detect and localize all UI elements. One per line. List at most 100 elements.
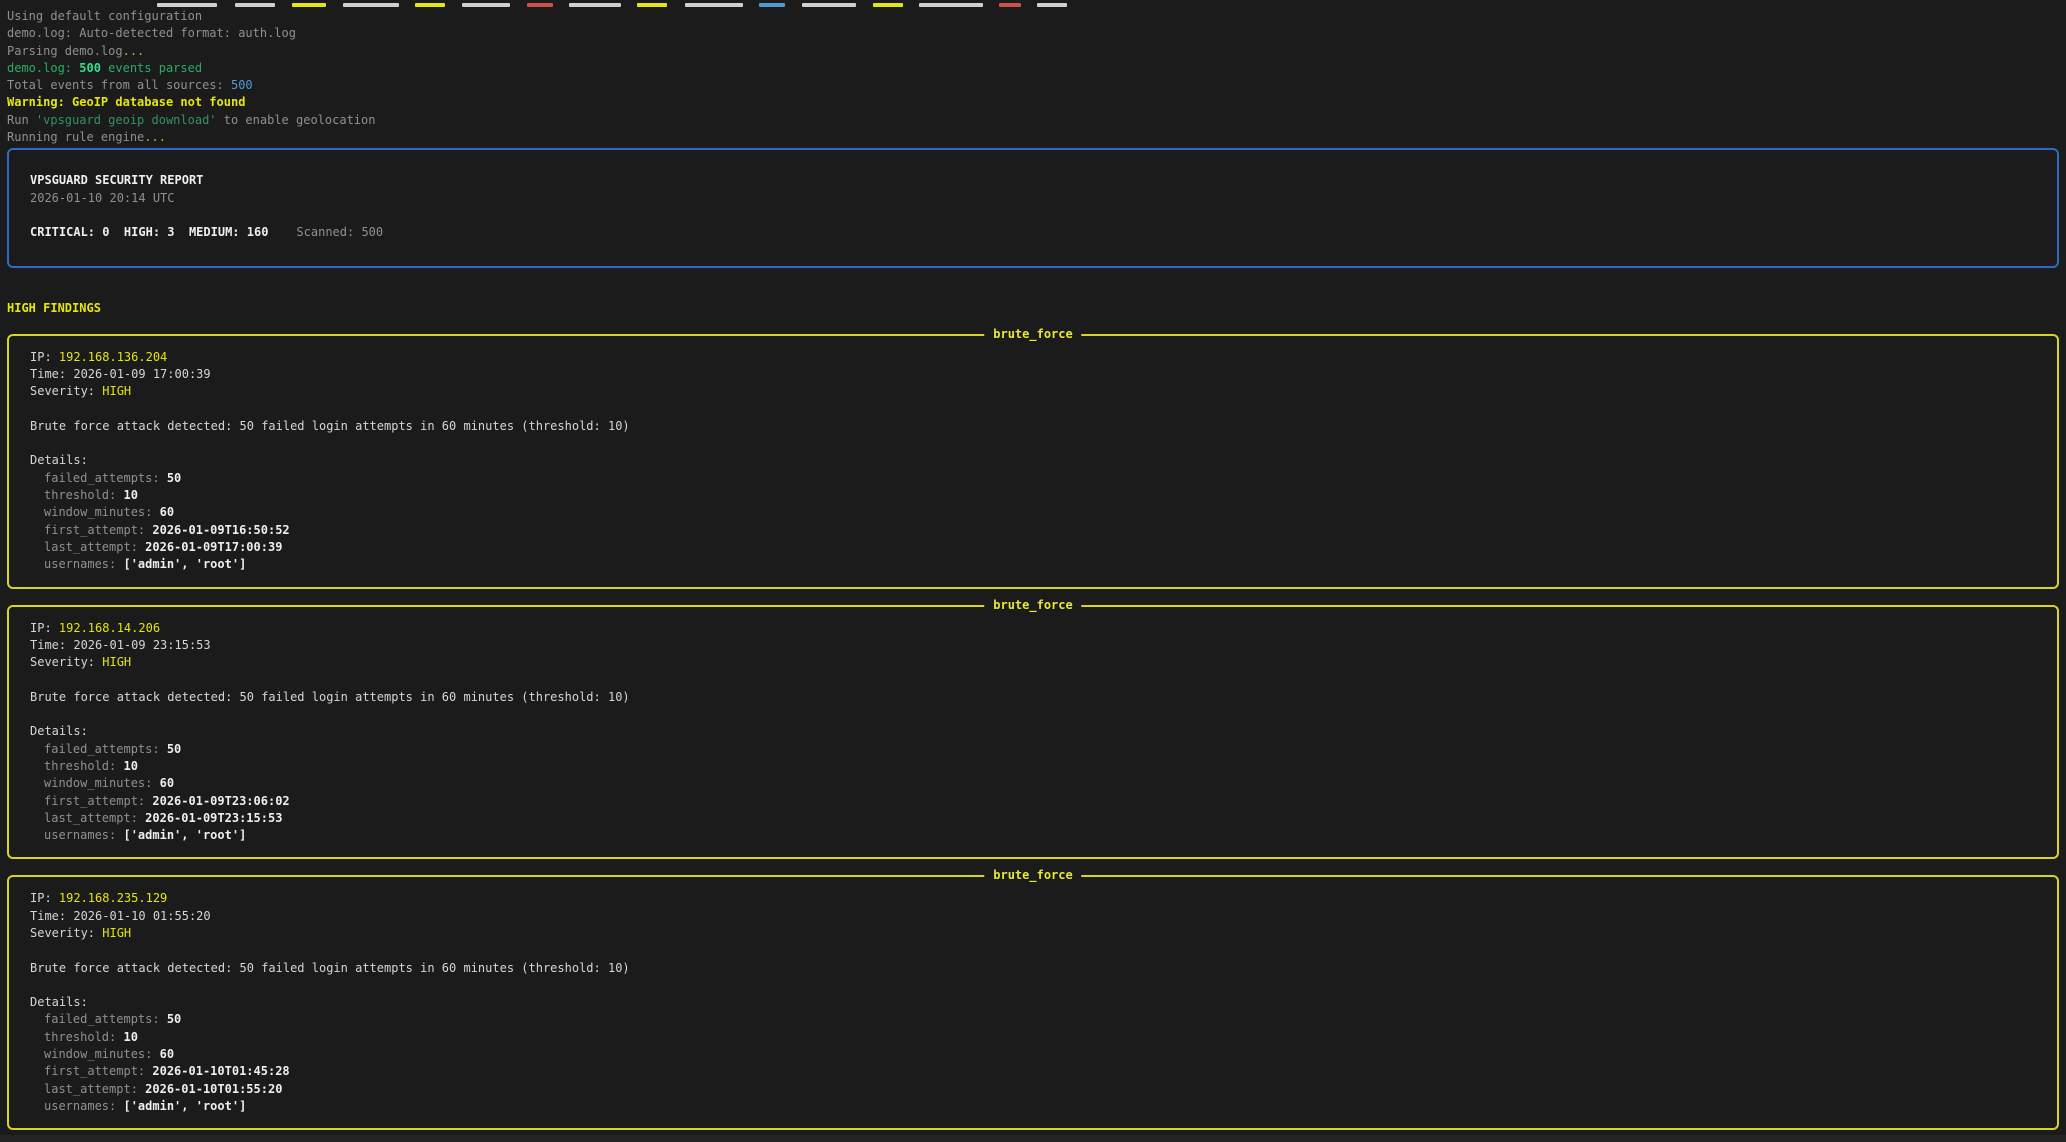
- finding-message: Brute force attack detected: 50 failed l…: [30, 960, 2037, 977]
- finding-panel: brute_force IP: 192.168.136.204 Time: 20…: [7, 334, 2059, 589]
- log-text: demo.log:: [7, 61, 79, 75]
- detail-row: window_minutes: 60: [30, 504, 2037, 521]
- report-stats-row: CRITICAL: 0 HIGH: 3 MEDIUM: 160Scanned: …: [30, 224, 2043, 241]
- detail-row: usernames: ['admin', 'root']: [30, 827, 2037, 844]
- total-count: 500: [231, 78, 253, 92]
- log-line: demo.log: Auto-detected format: auth.log: [7, 25, 2059, 42]
- spacer: [30, 671, 2037, 688]
- detail-value: 60: [160, 505, 174, 519]
- detail-value: 2026-01-09T16:50:52: [152, 523, 289, 537]
- log-text: to enable geolocation: [217, 113, 376, 127]
- log-line: Using default configuration: [7, 8, 2059, 25]
- time-label: Time:: [30, 909, 73, 923]
- detail-key: last_attempt:: [44, 1082, 145, 1096]
- log-text: Using default configuration: [7, 9, 202, 23]
- log-text: Total events from all sources:: [7, 78, 231, 92]
- log-line-parsed: demo.log: 500 events parsed: [7, 60, 2059, 77]
- detail-row: last_attempt: 2026-01-09T17:00:39: [30, 539, 2037, 556]
- detail-row: window_minutes: 60: [30, 775, 2037, 792]
- log-line-warning: Warning: GeoIP database not found: [7, 94, 2059, 111]
- ip-value: 192.168.235.129: [59, 891, 167, 905]
- report-title: VPSGUARD SECURITY REPORT: [30, 172, 2043, 189]
- detail-value: 2026-01-10T01:45:28: [152, 1064, 289, 1078]
- time-label: Time:: [30, 367, 73, 381]
- details-label: Details:: [30, 723, 2037, 740]
- detail-value: 2026-01-09T23:06:02: [152, 794, 289, 808]
- detail-key: threshold:: [44, 1030, 123, 1044]
- detail-row: window_minutes: 60: [30, 1046, 2037, 1063]
- detail-key: window_minutes:: [44, 776, 160, 790]
- severity-value: HIGH: [102, 384, 131, 398]
- log-text: Parsing demo.log: [7, 44, 123, 58]
- detail-value: 50: [167, 471, 181, 485]
- ip-value: 192.168.136.204: [59, 350, 167, 364]
- time-value: 2026-01-09 23:15:53: [73, 638, 210, 652]
- severity-counts: CRITICAL: 0 HIGH: 3 MEDIUM: 160: [30, 225, 268, 239]
- clipped-command-line: [7, 0, 2059, 8]
- detail-row: first_attempt: 2026-01-10T01:45:28: [30, 1063, 2037, 1080]
- detail-value: ['admin', 'root']: [123, 557, 246, 571]
- finding-ip-row: IP: 192.168.136.204: [30, 349, 2037, 366]
- time-label: Time:: [30, 638, 73, 652]
- detail-row: last_attempt: 2026-01-10T01:55:20: [30, 1081, 2037, 1098]
- detail-row: first_attempt: 2026-01-09T23:06:02: [30, 793, 2037, 810]
- detail-row: failed_attempts: 50: [30, 470, 2037, 487]
- log-text: Run: [7, 113, 36, 127]
- detail-value: 2026-01-09T23:15:53: [145, 811, 282, 825]
- detail-row: threshold: 10: [30, 1029, 2037, 1046]
- detail-key: first_attempt:: [44, 1064, 152, 1078]
- time-value: 2026-01-09 17:00:39: [73, 367, 210, 381]
- security-report-panel: VPSGUARD SECURITY REPORT 2026-01-10 20:1…: [7, 148, 2059, 268]
- finding-ip-row: IP: 192.168.235.129: [30, 890, 2037, 907]
- log-line-total: Total events from all sources: 500: [7, 77, 2059, 94]
- log-text: Running rule engine: [7, 130, 144, 144]
- warning-text: Warning: GeoIP database not found: [7, 95, 245, 109]
- terminal-bottom-edge: [0, 1135, 2066, 1142]
- detail-value: 60: [160, 1047, 174, 1061]
- detail-key: usernames:: [44, 557, 123, 571]
- detail-value: 60: [160, 776, 174, 790]
- ip-label: IP:: [30, 350, 59, 364]
- ip-label: IP:: [30, 621, 59, 635]
- detail-key: window_minutes:: [44, 505, 160, 519]
- detail-row: threshold: 10: [30, 487, 2037, 504]
- detail-key: first_attempt:: [44, 794, 152, 808]
- severity-label: Severity:: [30, 926, 102, 940]
- finding-severity-row: Severity: HIGH: [30, 925, 2037, 942]
- ellipsis: ...: [144, 130, 166, 144]
- detail-value: ['admin', 'root']: [123, 1099, 246, 1113]
- detail-row: usernames: ['admin', 'root']: [30, 556, 2037, 573]
- log-text: demo.log: Auto-detected format: auth.log: [7, 26, 296, 40]
- severity-label: Severity:: [30, 384, 102, 398]
- ellipsis: ...: [123, 44, 145, 58]
- finding-time-row: Time: 2026-01-09 23:15:53: [30, 637, 2037, 654]
- severity-value: HIGH: [102, 926, 131, 940]
- details-label: Details:: [30, 994, 2037, 1011]
- detail-key: last_attempt:: [44, 811, 145, 825]
- time-value: 2026-01-10 01:55:20: [73, 909, 210, 923]
- detail-value: 10: [123, 1030, 137, 1044]
- spacer: [30, 435, 2037, 452]
- detail-key: threshold:: [44, 488, 123, 502]
- finding-rule-title: brute_force: [984, 326, 1081, 343]
- inline-code: 'vpsguard geoip download': [36, 113, 217, 127]
- finding-message: Brute force attack detected: 50 failed l…: [30, 418, 2037, 435]
- detail-key: failed_attempts:: [44, 1012, 167, 1026]
- severity-label: Severity:: [30, 655, 102, 669]
- finding-message: Brute force attack detected: 50 failed l…: [30, 689, 2037, 706]
- detail-key: last_attempt:: [44, 540, 145, 554]
- report-timestamp: 2026-01-10 20:14 UTC: [30, 190, 2043, 207]
- detail-value: 10: [123, 488, 137, 502]
- finding-time-row: Time: 2026-01-10 01:55:20: [30, 908, 2037, 925]
- detail-value: 2026-01-10T01:55:20: [145, 1082, 282, 1096]
- ip-label: IP:: [30, 891, 59, 905]
- startup-log: Using default configuration demo.log: Au…: [7, 8, 2059, 146]
- detail-value: 10: [123, 759, 137, 773]
- finding-ip-row: IP: 192.168.14.206: [30, 620, 2037, 637]
- log-line: Running rule engine...: [7, 129, 2059, 146]
- finding-panel: brute_force IP: 192.168.14.206 Time: 202…: [7, 605, 2059, 860]
- detail-row: first_attempt: 2026-01-09T16:50:52: [30, 522, 2037, 539]
- details-label: Details:: [30, 452, 2037, 469]
- severity-value: HIGH: [102, 655, 131, 669]
- parsed-count: 500: [79, 61, 101, 75]
